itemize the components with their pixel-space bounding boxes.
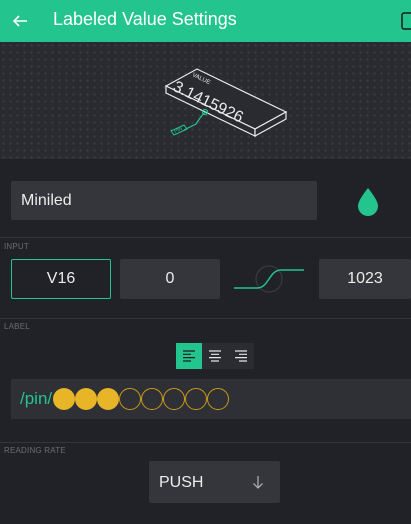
mapping-curve-icon <box>234 265 304 293</box>
reading-rate-select[interactable]: PUSH <box>149 461 280 503</box>
label-format-text: /pin/ <box>20 389 53 408</box>
placeholder-dot-empty <box>185 388 208 410</box>
label-format-input[interactable]: /pin/ <box>11 379 411 419</box>
placeholder-dot-filled <box>53 388 76 410</box>
align-right-icon <box>235 350 247 362</box>
arrow-left-icon <box>12 15 27 27</box>
alignment-toggle <box>176 343 254 369</box>
drop-icon[interactable] <box>355 186 381 216</box>
align-left-icon <box>183 350 195 362</box>
header-bar: Labeled Value Settings <box>0 0 411 42</box>
widget-preview: VALUE 3.1415926 PIN <box>0 42 411 159</box>
align-right-button[interactable] <box>228 343 254 369</box>
align-left-button[interactable] <box>176 343 202 369</box>
pin-select[interactable]: V16 <box>11 259 111 299</box>
placeholder-dot-empty <box>141 388 164 410</box>
align-center-button[interactable] <box>202 343 228 369</box>
reading-rate-label: READING RATE <box>4 446 66 455</box>
pin-tag-label: PIN <box>173 126 183 135</box>
page-title: Labeled Value Settings <box>53 9 237 29</box>
placeholder-dot-empty <box>163 388 186 410</box>
placeholder-dot-empty <box>119 388 142 410</box>
placeholder-dot-filled <box>75 388 98 410</box>
back-button[interactable] <box>6 7 34 35</box>
value-placeholder-dots <box>53 388 230 410</box>
section-divider <box>0 237 411 238</box>
max-value-input[interactable]: 1023 <box>319 259 411 299</box>
placeholder-dot-filled <box>97 388 120 410</box>
align-center-icon <box>209 350 221 362</box>
input-section-label: INPUT <box>4 242 29 251</box>
widget-name-input[interactable] <box>11 181 317 220</box>
section-divider <box>0 318 411 319</box>
menu-icon[interactable] <box>401 12 411 30</box>
label-section-label: LABEL <box>4 322 30 331</box>
placeholder-dot-empty <box>207 388 230 410</box>
arrow-down-icon <box>253 476 263 489</box>
labeled-value-illustration: VALUE 3.1415926 PIN <box>164 68 288 138</box>
reading-rate-value: PUSH <box>159 474 204 491</box>
section-divider <box>0 442 411 443</box>
min-value-input[interactable]: 0 <box>120 259 220 299</box>
